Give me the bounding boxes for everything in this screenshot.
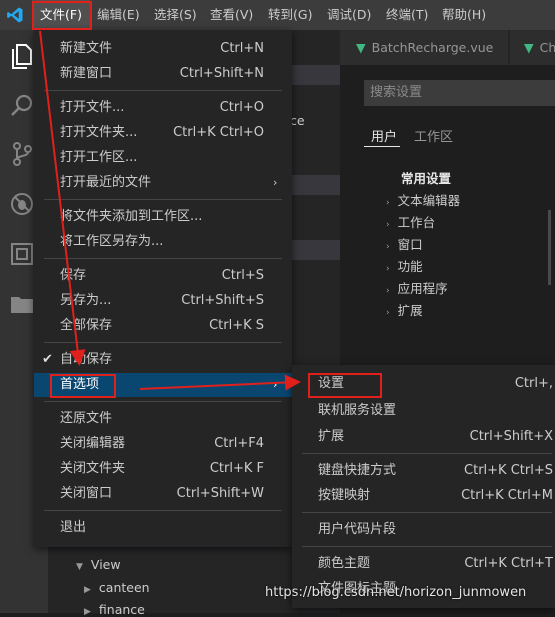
menu-item-save-as[interactable]: 另存为... Ctrl+Shift+S <box>34 289 292 313</box>
menu-edit[interactable]: 编辑(E) <box>97 0 140 30</box>
menu-item-new-window[interactable]: 新建窗口 Ctrl+Shift+N <box>34 62 292 86</box>
menu-item-add-folder-to-workspace[interactable]: 将文件夹添加到工作区... <box>34 205 292 229</box>
menu-item-keyboard-shortcuts[interactable]: 键盘快捷方式 Ctrl+K Ctrl+S <box>292 459 555 483</box>
submenu-arrow-icon: › <box>273 378 278 391</box>
menu-separator <box>44 510 282 511</box>
checkmark-icon: ✔ <box>42 352 53 367</box>
settings-tree-item[interactable]: › 应用程序 <box>386 278 448 297</box>
menu-separator <box>302 453 552 454</box>
source-control-icon[interactable] <box>8 140 36 168</box>
settings-tree-item[interactable]: › 窗口 <box>386 234 423 253</box>
search-icon[interactable] <box>8 92 36 120</box>
menu-item-user-snippets[interactable]: 用户代码片段 <box>292 518 555 542</box>
menu-item-save[interactable]: 保存 Ctrl+S <box>34 264 292 288</box>
submenu-arrow-icon: › <box>273 176 278 189</box>
menu-item-save-workspace-as[interactable]: 将工作区另存为... <box>34 230 292 254</box>
settings-tab-workspace[interactable]: 工作区 <box>414 126 453 145</box>
vue-file-icon: ▼ <box>524 40 534 55</box>
menu-item-close-editor[interactable]: 关闭编辑器 Ctrl+F4 <box>34 432 292 456</box>
settings-tree-item[interactable]: › 功能 <box>386 256 423 275</box>
menu-go[interactable]: 转到(G) <box>268 0 312 30</box>
menu-item-open-file[interactable]: 打开文件... Ctrl+O <box>34 96 292 120</box>
settings-section-title: 常用设置 <box>401 171 452 186</box>
menu-separator <box>44 401 282 402</box>
menu-item-save-all[interactable]: 全部保存 Ctrl+K S <box>34 314 292 338</box>
folder-icon[interactable] <box>8 290 36 318</box>
menu-debug[interactable]: 调试(D) <box>327 0 371 30</box>
menu-bar: 文件(F) 编辑(E) 选择(S) 查看(V) 转到(G) 调试(D) 终端(T… <box>0 0 555 30</box>
tree-item[interactable]: ▶ canteen <box>84 580 150 595</box>
settings-scrollbar[interactable] <box>548 210 551 285</box>
menu-file[interactable]: 文件(F) <box>32 0 90 30</box>
vscode-logo-icon <box>7 7 23 23</box>
tree-item[interactable]: ▶ finance <box>84 602 145 617</box>
menu-separator <box>302 512 552 513</box>
menu-help[interactable]: 帮助(H) <box>442 0 486 30</box>
preferences-submenu: 设置 Ctrl+, 联机服务设置 扩展 Ctrl+Shift+X 键盘快捷方式 Ctr… <box>292 365 555 608</box>
menu-terminal[interactable]: 终端(T) <box>386 0 428 30</box>
menu-item-open-folder[interactable]: 打开文件夹... Ctrl+K Ctrl+O <box>34 121 292 145</box>
menu-selection[interactable]: 选择(S) <box>154 0 197 30</box>
watermark: https://blog.csdn.net/horizon_junmowen <box>265 585 527 600</box>
settings-tab-user[interactable]: 用户 <box>371 126 397 145</box>
menu-view[interactable]: 查看(V) <box>210 0 253 30</box>
settings-tree-item[interactable]: › 扩展 <box>386 300 423 319</box>
menu-item-auto-save[interactable]: ✔ 自动保存 <box>34 348 292 372</box>
active-tab-underline <box>364 146 400 147</box>
settings-tree-item[interactable]: › 文本编辑器 <box>386 190 460 209</box>
menu-item-extensions[interactable]: 扩展 Ctrl+Shift+X <box>292 425 555 449</box>
menu-item-open-workspace[interactable]: 打开工作区... <box>34 146 292 170</box>
editor-tab[interactable]: ▼ BatchRecharge.vue <box>340 30 508 65</box>
menu-item-new-file[interactable]: 新建文件 Ctrl+N <box>34 37 292 61</box>
menu-item-settings[interactable]: 设置 Ctrl+, <box>292 372 555 396</box>
sidebar-fragment: ce <box>290 113 305 128</box>
menu-item-color-theme[interactable]: 颜色主题 Ctrl+K Ctrl+T <box>292 552 555 576</box>
editor-tab[interactable]: ▼ Ch <box>510 30 555 65</box>
menu-item-keymaps[interactable]: 按键映射 Ctrl+K Ctrl+M <box>292 484 555 508</box>
menu-item-revert-file[interactable]: 还原文件 <box>34 407 292 431</box>
menu-separator <box>44 258 282 259</box>
menu-item-close-window[interactable]: 关闭窗口 Ctrl+Shift+W <box>34 482 292 506</box>
vue-file-icon: ▼ <box>356 40 366 55</box>
extensions-icon[interactable] <box>8 240 36 268</box>
menu-item-preferences[interactable]: 首选项 › <box>34 373 292 397</box>
explorer-icon[interactable] <box>8 42 36 70</box>
menu-item-online-services-settings[interactable]: 联机服务设置 <box>292 399 555 423</box>
file-menu: 新建文件 Ctrl+N 新建窗口 Ctrl+Shift+N 打开文件... Ctrl+… <box>34 30 292 547</box>
menu-separator <box>44 90 282 91</box>
menu-item-open-recent[interactable]: 打开最近的文件 › <box>34 171 292 195</box>
settings-search-input[interactable]: 搜索设置 <box>364 80 555 106</box>
menu-separator <box>302 546 552 547</box>
menu-item-close-folder[interactable]: 关闭文件夹 Ctrl+K F <box>34 457 292 481</box>
menu-item-exit[interactable]: 退出 <box>34 516 292 540</box>
editor-tabs: ▼ BatchRecharge.vue ▼ Ch <box>340 30 555 65</box>
menu-separator <box>44 199 282 200</box>
settings-tree-item[interactable]: › 工作台 <box>386 212 435 231</box>
menu-separator <box>44 342 282 343</box>
debug-icon[interactable] <box>8 190 36 218</box>
tree-item[interactable]: ▼ View <box>76 557 121 572</box>
